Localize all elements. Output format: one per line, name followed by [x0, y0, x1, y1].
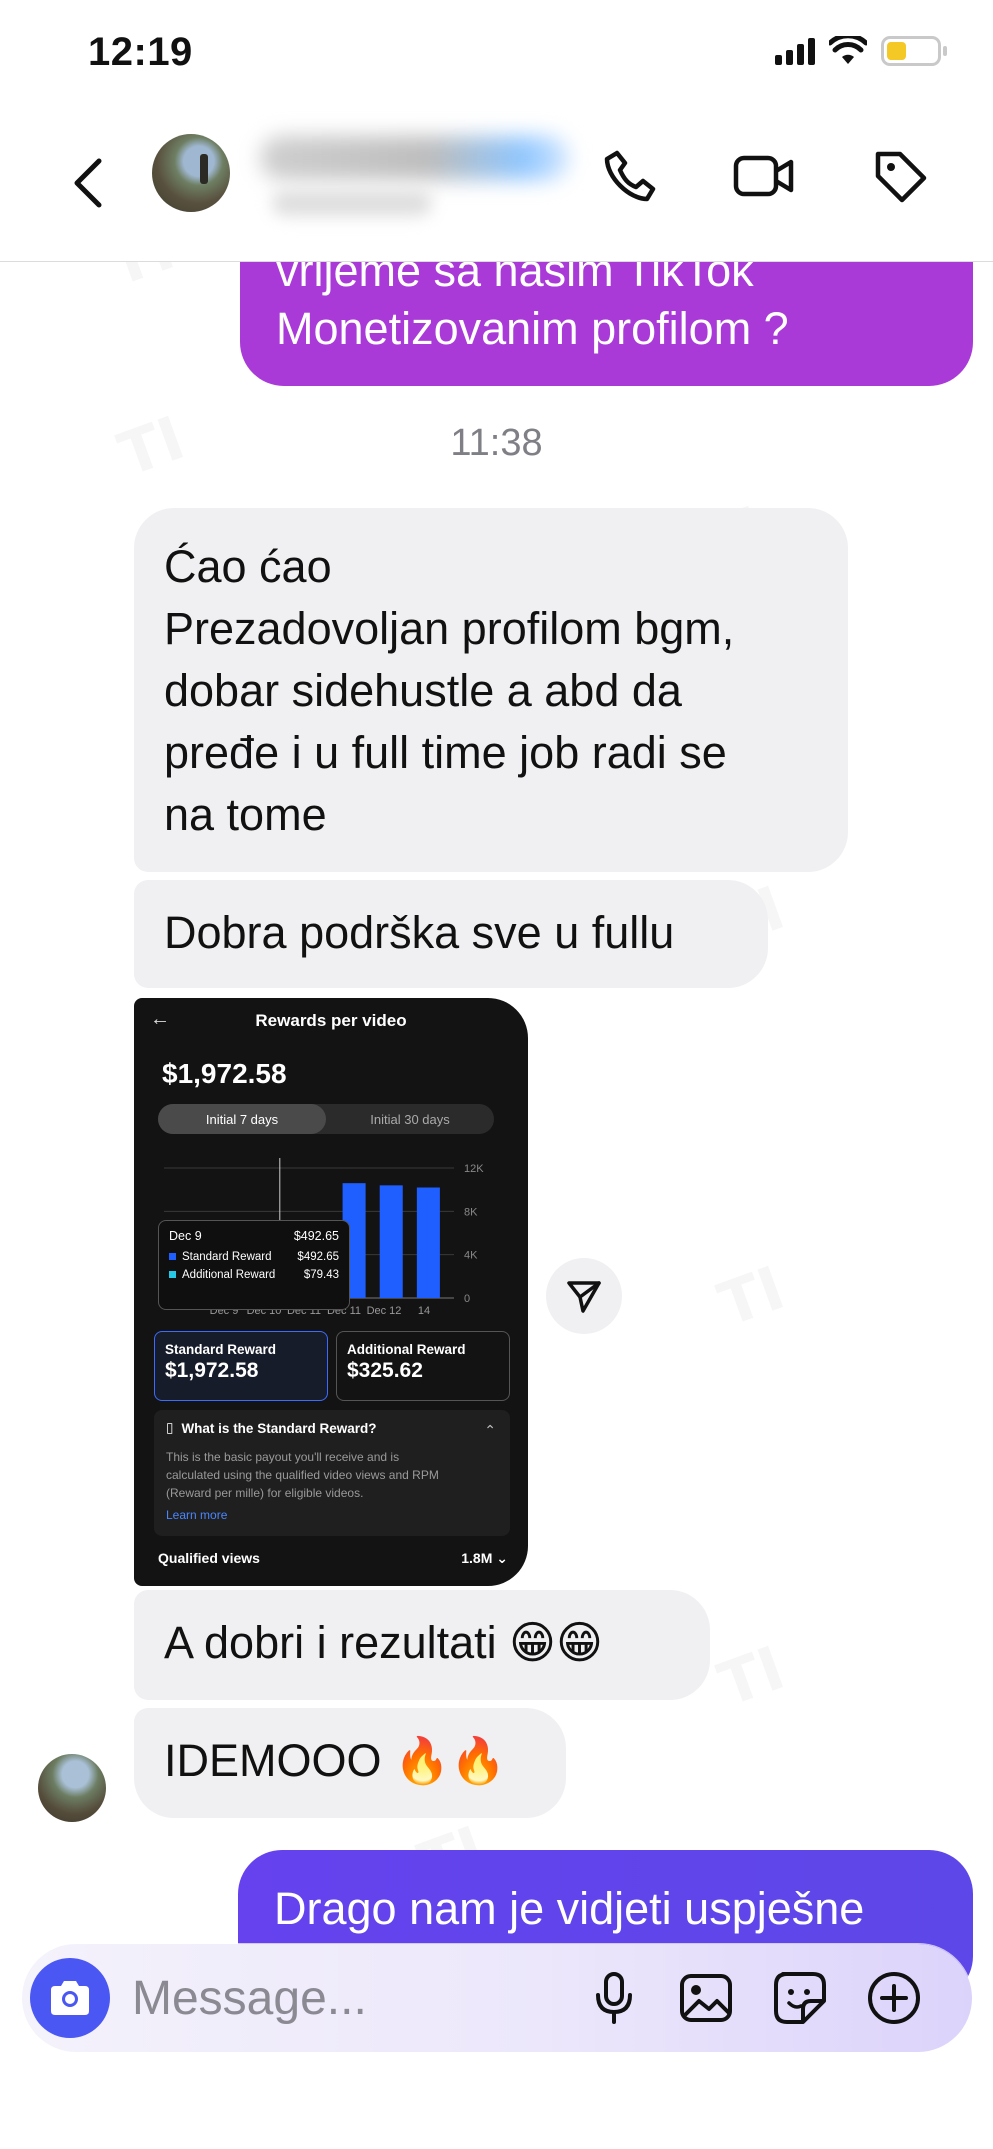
- info-text: This is the basic payout you'll receive …: [166, 1450, 400, 1464]
- y-tick-label: 4K: [464, 1250, 478, 1262]
- info-text: calculated using the qualified video vie…: [166, 1468, 439, 1482]
- standard-reward-card: Standard Reward $1,972.58: [154, 1331, 328, 1401]
- contact-avatar[interactable]: [152, 134, 230, 212]
- card-value: $325.62: [347, 1359, 423, 1382]
- qualified-views-row: Qualified views 1.8M ⌄: [158, 1550, 508, 1567]
- message-text: Drago nam je vidjeti uspješne: [274, 1883, 865, 1934]
- chevron-left-icon: [74, 158, 102, 208]
- camera-icon: [51, 1981, 89, 2015]
- x-tick-label: Dec 12: [367, 1305, 402, 1317]
- message-timestamp: 11:38: [450, 422, 543, 464]
- tooltip-standard-label: Standard Reward: [182, 1251, 272, 1263]
- tab-initial-7-days: Initial 7 days: [158, 1104, 326, 1134]
- card-label: Additional Reward: [347, 1342, 466, 1357]
- tooltip-date: Dec 9: [169, 1229, 202, 1243]
- qualified-views-value: 1.8M ⌄: [461, 1550, 508, 1566]
- card-value: $1,972.58: [165, 1359, 259, 1382]
- incoming-message[interactable]: IDEMOOO 🔥🔥: [134, 1708, 566, 1818]
- screenshot-title: Rewards per video: [255, 1011, 407, 1030]
- message-text: pređe i u full time job radi se: [164, 727, 727, 778]
- sender-avatar[interactable]: [38, 1754, 106, 1822]
- status-icons: [775, 36, 947, 66]
- back-button[interactable]: [62, 148, 112, 218]
- incoming-message[interactable]: Ćao ćao Prezadovoljan profilom bgm, doba…: [134, 508, 848, 872]
- camera-button[interactable]: [30, 1958, 110, 2038]
- message-thread[interactable]: TI TI TI TI TI TI TI TI TI TI vrijeme sa…: [0, 262, 993, 2149]
- incoming-message[interactable]: A dobri i rezultati 😁😁: [134, 1590, 710, 1700]
- rewards-total: $1,972.58: [162, 1058, 287, 1089]
- message-text: vrijeme sa našim TikTok: [276, 262, 754, 296]
- chart-bar: [379, 1185, 403, 1298]
- arrow-left-icon: ←: [150, 1008, 170, 1030]
- more-button[interactable]: [862, 1966, 926, 2030]
- share-button[interactable]: [546, 1258, 622, 1334]
- book-icon: ▯: [166, 1420, 174, 1435]
- chat-header: [0, 110, 993, 262]
- card-label: Standard Reward: [165, 1342, 277, 1357]
- y-tick-label: 8K: [464, 1206, 478, 1218]
- tooltip-additional-value: $79.43: [303, 1269, 339, 1281]
- cellular-signal-icon: [775, 37, 815, 65]
- tab-initial-30-days: Initial 30 days: [370, 1111, 450, 1127]
- period-toggle: Initial 7 days Initial 30 days: [158, 1104, 494, 1134]
- chart-tooltip: Dec 9 $492.65 Standard Reward $492.65 Ad…: [158, 1220, 350, 1310]
- message-composer: [22, 1944, 972, 2052]
- wifi-icon: [829, 36, 867, 64]
- sticker-button[interactable]: [768, 1966, 832, 2030]
- shared-screenshot[interactable]: ← Rewards per video $1,972.58 Initial 7 …: [134, 998, 528, 1586]
- video-camera-icon: [733, 155, 794, 197]
- qualified-views-label: Qualified views: [158, 1550, 260, 1566]
- y-tick-label: 0: [464, 1293, 470, 1305]
- contact-subtitle-blurred: [272, 190, 432, 216]
- additional-reward-card: Additional Reward $325.62: [336, 1331, 510, 1401]
- chart-bar: [416, 1187, 440, 1298]
- incoming-message[interactable]: Dobra podrška sve u fullu: [134, 880, 768, 988]
- status-time: 12:19: [88, 30, 193, 74]
- phone-icon: [604, 150, 656, 202]
- call-button[interactable]: [592, 138, 668, 214]
- gallery-button[interactable]: [674, 1966, 738, 2030]
- contact-name-blurred[interactable]: [260, 136, 570, 180]
- info-title: What is the Standard Reward?: [181, 1420, 377, 1436]
- y-tick-label: 12K: [464, 1163, 484, 1175]
- tag-button[interactable]: [862, 138, 938, 214]
- status-bar: 12:19: [0, 0, 993, 110]
- outgoing-message[interactable]: vrijeme sa našim TikTok Monetizovanim pr…: [240, 262, 973, 386]
- info-text: (Reward per mille) for eligible videos.: [166, 1486, 364, 1500]
- x-tick-label: 14: [418, 1305, 430, 1317]
- screenshot-topbar: ← Rewards per video: [134, 998, 528, 1044]
- standard-reward-info: ▯ What is the Standard Reward? ⌃ This is…: [154, 1410, 510, 1536]
- microphone-icon: [596, 1972, 632, 2024]
- chevron-up-icon: ⌃: [484, 1422, 496, 1438]
- paper-plane-icon: [567, 1281, 601, 1313]
- tooltip-additional-label: Additional Reward: [182, 1269, 276, 1281]
- message-text: na tome: [164, 789, 327, 840]
- video-call-button[interactable]: [726, 138, 802, 214]
- message-input[interactable]: [132, 1970, 562, 2026]
- tooltip-total: $492.65: [293, 1229, 339, 1243]
- plus-circle-icon: [868, 1972, 920, 2024]
- tag-icon: [875, 151, 927, 203]
- battery-icon: [881, 36, 947, 66]
- tooltip-standard-value: $492.65: [297, 1251, 339, 1263]
- message-text: Monetizovanim profilom ?: [276, 303, 789, 354]
- image-icon: [680, 1974, 732, 2022]
- message-text: Ćao ćao: [164, 541, 332, 592]
- message-text: A dobri i rezultati 😁😁: [164, 1617, 603, 1668]
- reward-cards: Standard Reward $1,972.58 Additional Rew…: [154, 1331, 510, 1401]
- message-text: Prezadovoljan profilom bgm,: [164, 603, 735, 654]
- message-text: IDEMOOO 🔥🔥: [164, 1735, 507, 1786]
- microphone-button[interactable]: [582, 1966, 646, 2030]
- sticker-icon: [774, 1972, 826, 2024]
- learn-more-link: Learn more: [166, 1508, 228, 1522]
- message-text: dobar sidehustle a abd da: [164, 665, 682, 716]
- message-text: Dobra podrška sve u fullu: [164, 907, 675, 958]
